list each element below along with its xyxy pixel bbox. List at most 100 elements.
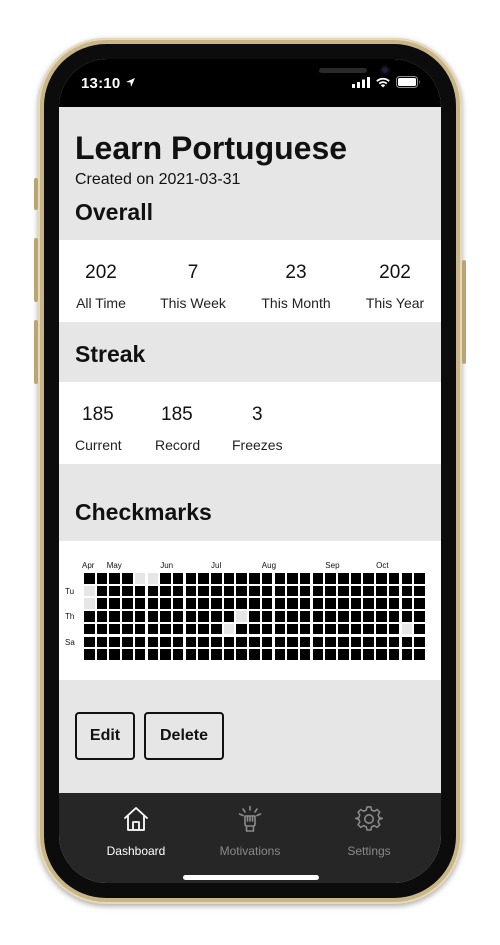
volume-down-button bbox=[34, 320, 38, 384]
heatmap-cell bbox=[338, 623, 349, 635]
heatmap-cell bbox=[96, 611, 108, 622]
heatmap-cell bbox=[185, 585, 197, 597]
heatmap-cell bbox=[312, 585, 324, 597]
heatmap-cell bbox=[122, 649, 133, 660]
heatmap-cell bbox=[198, 649, 209, 660]
stat-value: 202 bbox=[379, 262, 411, 283]
heatmap-cell bbox=[274, 649, 285, 660]
tab-settings[interactable]: Settings bbox=[314, 805, 424, 858]
gear-icon bbox=[354, 806, 384, 831]
motivation-icon bbox=[238, 805, 262, 832]
heatmap-cell bbox=[350, 598, 362, 609]
heatmap-cell bbox=[172, 598, 184, 609]
heatmap-cell bbox=[109, 611, 120, 622]
heatmap-cell bbox=[376, 585, 387, 597]
heatmap-cell bbox=[312, 573, 324, 584]
heatmap-cell bbox=[325, 649, 336, 660]
month-label: Apr bbox=[82, 561, 95, 570]
heatmap-cell bbox=[96, 573, 108, 584]
heatmap-cell bbox=[172, 585, 184, 597]
heatmap-cell bbox=[134, 649, 146, 660]
tab-dashboard[interactable]: Dashboard bbox=[81, 805, 191, 858]
heatmap-cell bbox=[96, 649, 108, 660]
heatmap-cell bbox=[376, 636, 387, 647]
heatmap-cell bbox=[236, 636, 247, 647]
speaker bbox=[319, 68, 367, 73]
heatmap-cell bbox=[325, 598, 336, 609]
tab-label: Dashboard bbox=[106, 844, 166, 858]
stat-label: All Time bbox=[76, 295, 126, 311]
heatmap-cell bbox=[249, 623, 260, 635]
heatmap-cell bbox=[376, 573, 387, 584]
heatmap-cell bbox=[388, 623, 400, 635]
heatmap-cell bbox=[109, 636, 120, 647]
heatmap-cell bbox=[312, 636, 324, 647]
heatmap-cell bbox=[401, 649, 412, 660]
heatmap-cell bbox=[414, 573, 425, 584]
heatmap-cell bbox=[160, 573, 171, 584]
heatmap-cell bbox=[122, 585, 133, 597]
heatmap-cell bbox=[122, 573, 133, 584]
stat-value: 23 bbox=[285, 262, 307, 283]
heatmap-cell bbox=[236, 611, 247, 622]
stat-value: 185 bbox=[82, 404, 114, 425]
heatmap-cell bbox=[363, 623, 374, 635]
streak-record: 185 Record bbox=[155, 404, 200, 453]
overall-title: Overall bbox=[75, 199, 153, 225]
signal-icon bbox=[352, 76, 370, 88]
heatmap-cell bbox=[401, 585, 412, 597]
heatmap-cell bbox=[185, 598, 197, 609]
heatmap-cell bbox=[388, 573, 400, 584]
heatmap-cell bbox=[185, 636, 197, 647]
system-icons bbox=[352, 76, 421, 88]
heatmap-cell bbox=[211, 649, 222, 660]
tab-motivations[interactable]: Motivations bbox=[195, 805, 305, 858]
day-label: Sa bbox=[65, 637, 75, 647]
heatmap-cell bbox=[363, 649, 374, 660]
power-button bbox=[462, 260, 466, 364]
edit-button[interactable]: Edit bbox=[75, 712, 135, 760]
heatmap-cell bbox=[134, 585, 146, 597]
heatmap-cell bbox=[122, 623, 133, 635]
heatmap-cell bbox=[84, 573, 95, 584]
heatmap-cell bbox=[325, 573, 336, 584]
heatmap-cell bbox=[84, 585, 95, 597]
day-label: Th bbox=[65, 612, 75, 622]
home-indicator bbox=[183, 875, 319, 880]
heatmap-cell bbox=[172, 573, 184, 584]
heatmap-cell bbox=[299, 598, 311, 609]
heatmap-cell bbox=[198, 573, 209, 584]
heatmap-cell bbox=[261, 585, 273, 597]
heatmap-cell bbox=[122, 636, 133, 647]
heatmap-cell bbox=[134, 611, 146, 622]
heatmap-cell bbox=[312, 598, 324, 609]
heatmap-cell bbox=[299, 636, 311, 647]
heatmap-cell bbox=[274, 611, 285, 622]
heatmap-cell bbox=[223, 636, 235, 647]
heatmap-cell bbox=[185, 623, 197, 635]
stat-label: This Week bbox=[160, 295, 226, 311]
stat-label: Freezes bbox=[232, 437, 283, 453]
heatmap-cell bbox=[134, 636, 146, 647]
heatmap-cell bbox=[96, 636, 108, 647]
heatmap-cell bbox=[236, 573, 247, 584]
heatmap-cell bbox=[388, 649, 400, 660]
heatmap-cell bbox=[261, 623, 273, 635]
wifi-icon bbox=[376, 77, 390, 88]
heatmap-cell bbox=[198, 636, 209, 647]
heatmap-cell bbox=[363, 598, 374, 609]
heatmap-cell bbox=[414, 598, 425, 609]
heatmap-cell bbox=[198, 623, 209, 635]
heatmap-cell bbox=[185, 611, 197, 622]
heatmap-cell bbox=[249, 598, 260, 609]
heatmap-cell bbox=[414, 611, 425, 622]
created-date: Created on 2021-03-31 bbox=[75, 171, 241, 188]
heatmap-cell bbox=[350, 585, 362, 597]
heatmap-cell bbox=[325, 623, 336, 635]
page-title: Learn Portuguese bbox=[75, 130, 348, 166]
heatmap-cell bbox=[312, 649, 324, 660]
heatmap-cell bbox=[376, 649, 387, 660]
delete-button[interactable]: Delete bbox=[144, 712, 224, 760]
heatmap-cell bbox=[376, 598, 387, 609]
streak-current: 185 Current bbox=[75, 404, 122, 453]
